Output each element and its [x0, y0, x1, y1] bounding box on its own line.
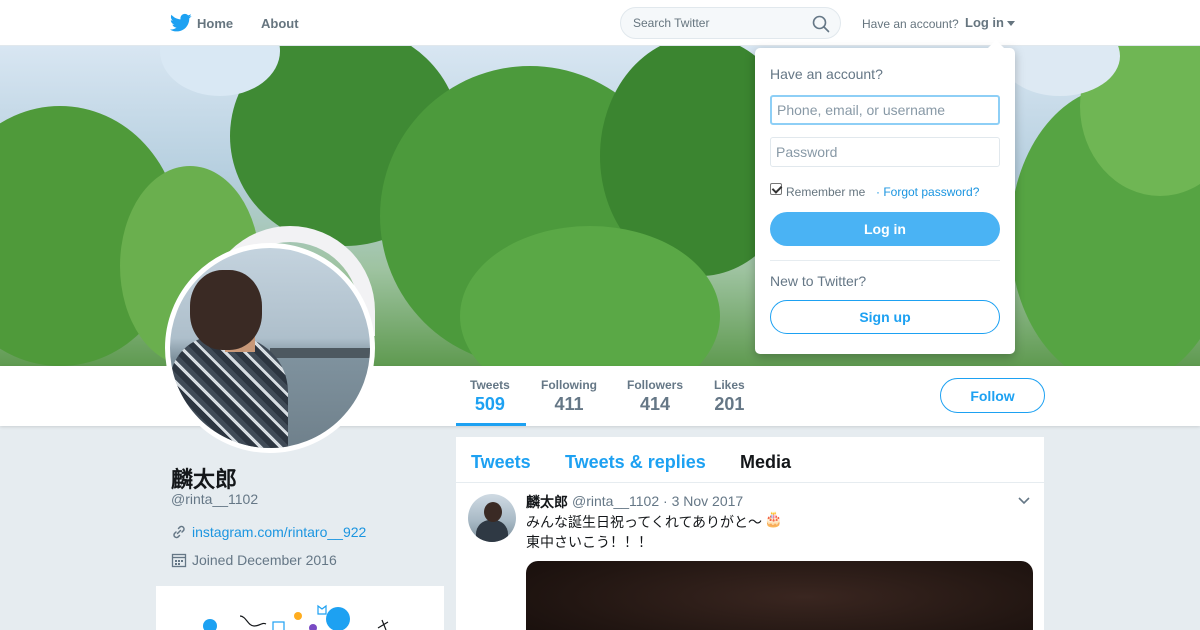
tweet-text-line: みんな誕生日祝ってくれてありがと〜 — [526, 514, 763, 530]
avatar-body-graphic — [170, 336, 288, 448]
remember-me-label[interactable]: Remember me — [786, 185, 865, 199]
stat-label: Likes — [714, 378, 745, 392]
profile-avatar[interactable] — [165, 243, 375, 453]
tweet-avatar-head-graphic — [484, 502, 502, 522]
stat-following[interactable]: Following 411 — [541, 378, 597, 415]
stat-tweets[interactable]: Tweets 509 — [470, 378, 510, 415]
timeline-panel: Tweets Tweets & replies Media 麟太郎 @rinta… — [456, 437, 1044, 630]
stat-value: 414 — [639, 394, 671, 414]
profile-website-link[interactable]: instagram.com/rintaro__922 — [192, 524, 366, 540]
signup-promo-card — [156, 586, 444, 630]
tab-tweets-and-replies[interactable]: Tweets & replies — [565, 452, 706, 473]
remember-me-checkbox[interactable] — [770, 183, 782, 195]
tweet-media-image[interactable] — [526, 561, 1033, 630]
login-button[interactable]: Log in — [770, 212, 1000, 246]
dropdown-arrow — [988, 40, 1004, 48]
stat-followers[interactable]: Followers 414 — [627, 378, 683, 415]
stat-value: 411 — [554, 394, 584, 414]
nav-about-link[interactable]: About — [261, 16, 299, 31]
stat-label: Tweets — [470, 378, 510, 392]
link-icon — [173, 525, 185, 539]
top-navigation-bar: Home About Search Twitter Have an accoun… — [0, 0, 1200, 46]
caret-down-icon[interactable] — [1007, 21, 1015, 26]
pier-graphic — [270, 348, 370, 358]
tab-media[interactable]: Media — [740, 452, 791, 473]
active-stat-indicator — [456, 423, 526, 426]
stat-likes[interactable]: Likes 201 — [714, 378, 745, 415]
birthday-cake-icon: 🎂 — [764, 511, 783, 528]
timeline-tabs: Tweets Tweets & replies Media — [456, 437, 1044, 483]
tweet-author-meta[interactable]: @rinta__1102 · 3 Nov 2017 — [572, 493, 743, 509]
have-account-text: Have an account? — [862, 17, 959, 31]
promo-illustration-icon — [203, 604, 389, 630]
dropdown-title: Have an account? — [770, 66, 883, 82]
search-icon[interactable] — [812, 15, 830, 33]
calendar-icon — [171, 553, 187, 568]
search-placeholder: Search Twitter — [633, 16, 710, 30]
tweet-text-line: 東中さいこう！！！ — [526, 534, 652, 550]
tweet-avatar[interactable] — [468, 494, 516, 542]
tab-tweets[interactable]: Tweets — [471, 452, 531, 473]
tweet-author-name[interactable]: 麟太郎 — [526, 492, 568, 512]
tweet-avatar-body-graphic — [476, 520, 508, 542]
dropdown-divider — [770, 260, 1000, 261]
password-field[interactable] — [770, 137, 1000, 167]
stat-label: Following — [541, 378, 597, 392]
chevron-down-icon[interactable] — [1018, 497, 1030, 505]
nav-home-link[interactable]: Home — [197, 16, 233, 31]
profile-name[interactable]: 麟太郎 — [171, 462, 237, 494]
login-dropdown-toggle[interactable]: Log in — [965, 15, 1004, 30]
username-field[interactable] — [770, 95, 1000, 125]
follow-button[interactable]: Follow — [940, 378, 1045, 413]
forgot-password-link[interactable]: · Forgot password? — [876, 185, 979, 199]
stat-value: 201 — [714, 394, 745, 414]
new-to-twitter-text: New to Twitter? — [770, 273, 867, 289]
profile-joined-date: Joined December 2016 — [192, 552, 337, 568]
twitter-bird-icon[interactable] — [170, 13, 192, 33]
profile-handle[interactable]: @rinta__1102 — [171, 491, 258, 507]
login-dropdown: Have an account? Remember me · Forgot pa… — [755, 40, 1015, 354]
avatar-head-graphic — [190, 270, 262, 350]
signup-button[interactable]: Sign up — [770, 300, 1000, 334]
search-input[interactable]: Search Twitter — [620, 7, 841, 39]
stat-value: 509 — [474, 394, 505, 414]
stat-label: Followers — [627, 378, 684, 392]
